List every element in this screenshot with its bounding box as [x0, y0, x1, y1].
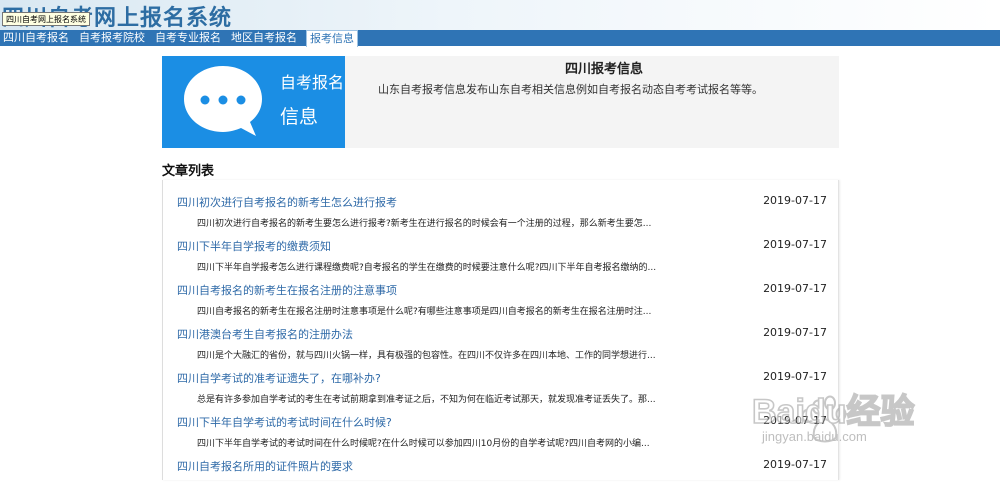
article-title-link[interactable]: 四川自考报名所用的证件照片的要求	[177, 458, 353, 474]
main-nav: 四川自考报名 自考报考院校 自考专业报名 地区自考报名 报考信息	[0, 30, 1000, 47]
chat-bubble-icon	[184, 66, 262, 136]
article-title-link[interactable]: 四川港澳台考生自考报名的注册办法	[177, 326, 353, 342]
list-item: 四川下半年自学报考的缴费须知 2019-07-17 四川下半年自学报考怎么进行课…	[177, 238, 827, 282]
banner-title: 四川报考信息	[565, 62, 644, 77]
article-summary: 四川下半年自学考试的考试时间在什么时候呢?在什么时候可以参加四川10月份的自学考…	[197, 439, 650, 449]
nav-item-regions[interactable]: 地区自考报名	[231, 30, 297, 46]
list-item: 四川初次进行自考报名的新考生怎么进行报考 2019-07-17 四川初次进行自考…	[177, 194, 827, 238]
article-title-link[interactable]: 四川下半年自学考试的考试时间在什么时候?	[177, 414, 392, 430]
banner-label-line1: 自考报名	[280, 73, 345, 92]
article-summary: 四川下半年自学报考怎么进行课程缴费呢?自考报名的学生在缴费的时候要注意什么呢?四…	[197, 263, 657, 273]
banner-icon-box: 自考报名 信息	[162, 56, 345, 148]
banner-description: 山东自考报考信息发布山东自考相关信息例如自考报名动态自考考试报名等等。	[378, 83, 763, 96]
site-header: 四川自考网上报名系统 四川自考网上报名系统	[0, 0, 1000, 31]
article-title-link[interactable]: 四川自考报名的新考生在报名注册的注意事项	[177, 282, 397, 298]
list-item: 四川自考报名所用的证件照片的要求 2019-07-17	[177, 458, 827, 502]
article-title-link[interactable]: 四川初次进行自考报名的新考生怎么进行报考	[177, 194, 397, 210]
article-summary: 四川是个大融汇的省份，就与四川火锅一样，具有极强的包容性。在四川不仅许多在四川本…	[197, 351, 656, 361]
list-item: 四川自考报名的新考生在报名注册的注意事项 2019-07-17 四川自考报名的新…	[177, 282, 827, 326]
article-summary: 总是有许多参加自学考试的考生在考试前期拿到准考证之后，不知为何在临近考试那天，就…	[197, 395, 656, 405]
article-summary: 四川初次进行自考报名的新考生要怎么进行报考?新考生在进行报名的时候会有一个注册的…	[197, 219, 652, 229]
title-tooltip: 四川自考网上报名系统	[2, 12, 90, 26]
list-item: 四川自学考试的准考证遗失了，在哪补办? 2019-07-17 总是有许多参加自学…	[177, 370, 827, 414]
article-list-heading: 文章列表	[162, 164, 215, 179]
article-date: 2019-07-17	[763, 458, 827, 471]
banner-label-line2: 信息	[280, 106, 319, 128]
article-title-link[interactable]: 四川自学考试的准考证遗失了，在哪补办?	[177, 370, 381, 386]
article-date: 2019-07-17	[763, 414, 827, 427]
nav-item-majors[interactable]: 自考专业报名	[155, 30, 221, 46]
article-title-link[interactable]: 四川下半年自学报考的缴费须知	[177, 238, 331, 254]
nav-item-sichuan-registration[interactable]: 四川自考报名	[3, 30, 69, 46]
article-date: 2019-07-17	[763, 326, 827, 339]
article-date: 2019-07-17	[763, 370, 827, 383]
article-summary: 四川自考报名的新考生在报名注册时注意事项是什么呢?有哪些注意事项是四川自考报名的…	[197, 307, 652, 317]
article-list: 四川初次进行自考报名的新考生怎么进行报考 2019-07-17 四川初次进行自考…	[162, 180, 839, 480]
nav-item-exam-info[interactable]: 报考信息	[306, 30, 358, 47]
info-banner: 自考报名 信息 四川报考信息 山东自考报考信息发布山东自考相关信息例如自考报名动…	[162, 56, 839, 148]
article-date: 2019-07-17	[763, 194, 827, 207]
article-date: 2019-07-17	[763, 282, 827, 295]
nav-item-colleges[interactable]: 自考报考院校	[79, 30, 145, 46]
article-date: 2019-07-17	[763, 238, 827, 251]
list-item: 四川港澳台考生自考报名的注册办法 2019-07-17 四川是个大融汇的省份，就…	[177, 326, 827, 370]
list-item: 四川下半年自学考试的考试时间在什么时候? 2019-07-17 四川下半年自学考…	[177, 414, 827, 458]
